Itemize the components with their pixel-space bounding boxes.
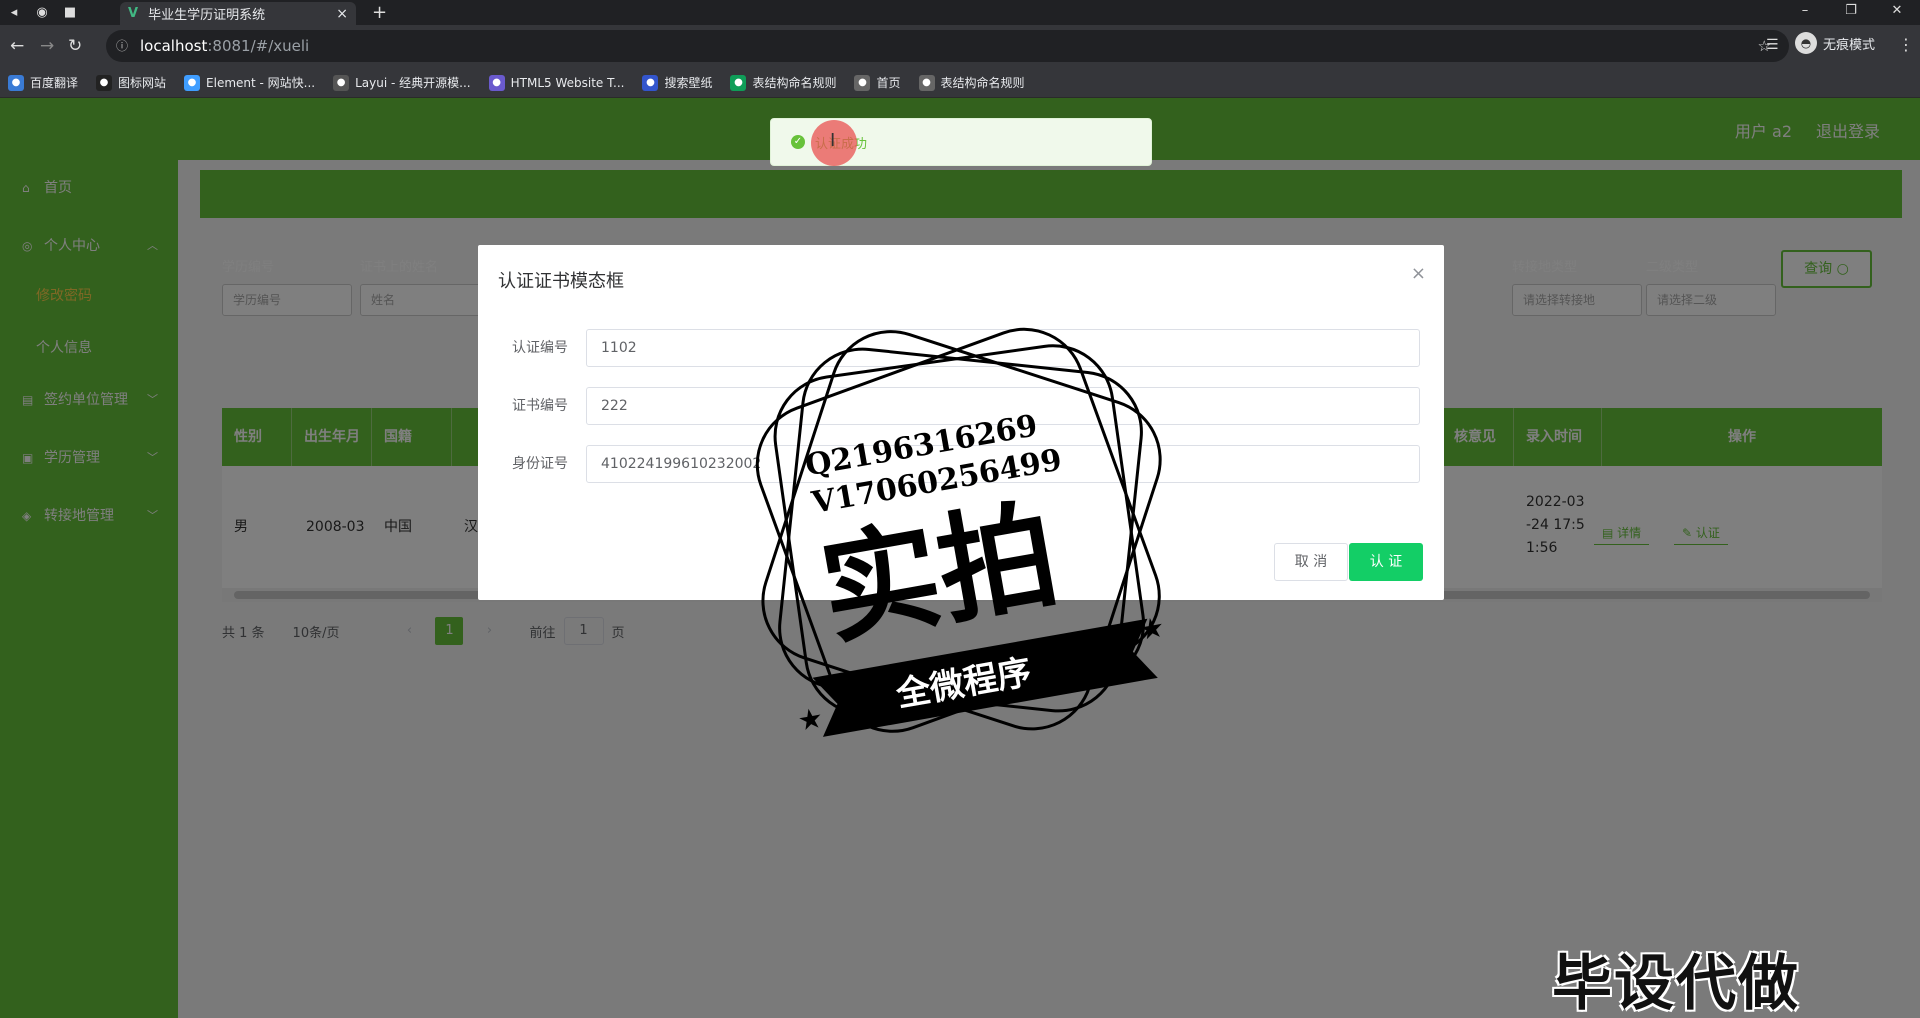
reload-icon[interactable]: ↻ bbox=[68, 25, 82, 68]
check-circle-icon: ✓ bbox=[791, 135, 805, 149]
element-icon: ● bbox=[184, 74, 201, 91]
sheet-icon: ● bbox=[730, 74, 747, 91]
bookmark-label: HTML5 Website T... bbox=[510, 75, 625, 90]
more-menu-icon[interactable]: ⋮ bbox=[1898, 35, 1914, 54]
bookmark-item[interactable]: ● 表结构命名规则 bbox=[918, 74, 1025, 91]
globe-icon: ● bbox=[918, 74, 935, 91]
bookmark-label: 表结构命名规则 bbox=[940, 76, 1025, 90]
bookmark-label: Element - 网站快... bbox=[206, 76, 316, 90]
back-icon[interactable]: ← bbox=[10, 25, 24, 68]
browser-tab[interactable]: V 毕业生学历证明系统 × bbox=[120, 2, 356, 25]
bookmark-label: 搜索壁纸 bbox=[664, 76, 713, 90]
bookmark-item[interactable]: ● Element - 网站快... bbox=[184, 74, 315, 91]
close-window-icon[interactable]: ✕ bbox=[1874, 0, 1920, 25]
bookmark-label: 图标网站 bbox=[118, 76, 167, 90]
bookmark-item[interactable]: ● 百度翻译 bbox=[8, 74, 78, 91]
bookmark-item[interactable]: ● 表结构命名规则 bbox=[730, 74, 836, 91]
bookmark-item[interactable]: ● 搜索壁纸 bbox=[642, 74, 712, 91]
globe-icon: ● bbox=[854, 74, 871, 91]
bookmark-item[interactable]: ● Layui - 经典开源模... bbox=[333, 74, 471, 91]
bookmark-label: 表结构命名规则 bbox=[752, 76, 837, 90]
close-icon[interactable]: × bbox=[1411, 263, 1426, 284]
bookmarks-bar: ● 百度翻译 ● 图标网站 ● Element - 网站快... ● Layui - 经典开源… bbox=[0, 68, 1920, 98]
incognito-icon: ◓ bbox=[1795, 32, 1817, 54]
star-icon: ★ bbox=[795, 701, 825, 738]
layui-icon: ● bbox=[333, 74, 350, 91]
html5-icon: ● bbox=[488, 74, 505, 91]
minimize-icon[interactable]: – bbox=[1782, 0, 1828, 25]
url-host: localhost bbox=[140, 37, 208, 55]
reading-list-icon[interactable]: ☰ bbox=[1766, 37, 1779, 53]
incognito-label: 无痕模式 bbox=[1823, 37, 1876, 53]
bookmark-item[interactable]: ● 图标网站 bbox=[96, 74, 166, 91]
url-field[interactable]: ⓘ localhost:8081/#/xueli ☆ bbox=[106, 30, 1789, 62]
new-tab-icon[interactable]: + bbox=[372, 0, 387, 25]
field-label: 证书编号 bbox=[512, 398, 568, 414]
url-path: :8081/#/xueli bbox=[207, 37, 310, 55]
speaker-icon[interactable]: ◂ bbox=[0, 0, 28, 25]
field-label: 认证编号 bbox=[512, 340, 568, 356]
mouse-cursor-highlight: I bbox=[811, 120, 857, 166]
window-controls: – ❐ ✕ bbox=[1782, 0, 1920, 25]
certify-confirm-button[interactable]: 认 证 bbox=[1349, 543, 1423, 581]
translate-icon: ● bbox=[8, 74, 24, 91]
wallpaper-icon: ● bbox=[642, 74, 659, 91]
bookmark-label: 百度翻译 bbox=[30, 76, 79, 90]
flag-icon: ● bbox=[96, 74, 113, 91]
restore-icon[interactable]: ❐ bbox=[1828, 0, 1874, 25]
tab-title: 毕业生学历证明系统 bbox=[148, 8, 266, 23]
bookmark-item[interactable]: ● 首页 bbox=[854, 74, 901, 91]
cancel-button[interactable]: 取 消 bbox=[1274, 543, 1348, 581]
window-icon[interactable]: ■ bbox=[56, 0, 84, 25]
bookmark-item[interactable]: ● HTML5 Website T... bbox=[488, 74, 625, 91]
incognito-indicator[interactable]: ◓ 无痕模式 bbox=[1795, 32, 1875, 54]
text-cursor-icon: I bbox=[830, 130, 836, 151]
star-icon: ★ bbox=[1136, 610, 1166, 647]
watermark-stamp: Q2196316269 V17060256499 实拍 全微程序 ★ ★ bbox=[755, 327, 1167, 738]
forward-icon[interactable]: → bbox=[40, 25, 54, 68]
field-label: 身份证号 bbox=[512, 456, 568, 472]
bookmark-label: Layui - 经典开源模... bbox=[355, 76, 471, 90]
modal-title: 认证证书模态框 bbox=[498, 271, 624, 292]
vue-logo-icon: V bbox=[128, 6, 139, 21]
bookmark-label: 首页 bbox=[876, 76, 901, 90]
globe-icon[interactable]: ◉ bbox=[28, 0, 56, 25]
address-bar: ← → ↻ ⓘ localhost:8081/#/xueli ☆ ☰ ◓ 无痕模… bbox=[0, 25, 1920, 68]
bottom-watermark-text: 毕设代做 bbox=[1552, 949, 1800, 1018]
close-tab-icon[interactable]: × bbox=[336, 6, 348, 22]
info-icon[interactable]: ⓘ bbox=[116, 30, 128, 62]
